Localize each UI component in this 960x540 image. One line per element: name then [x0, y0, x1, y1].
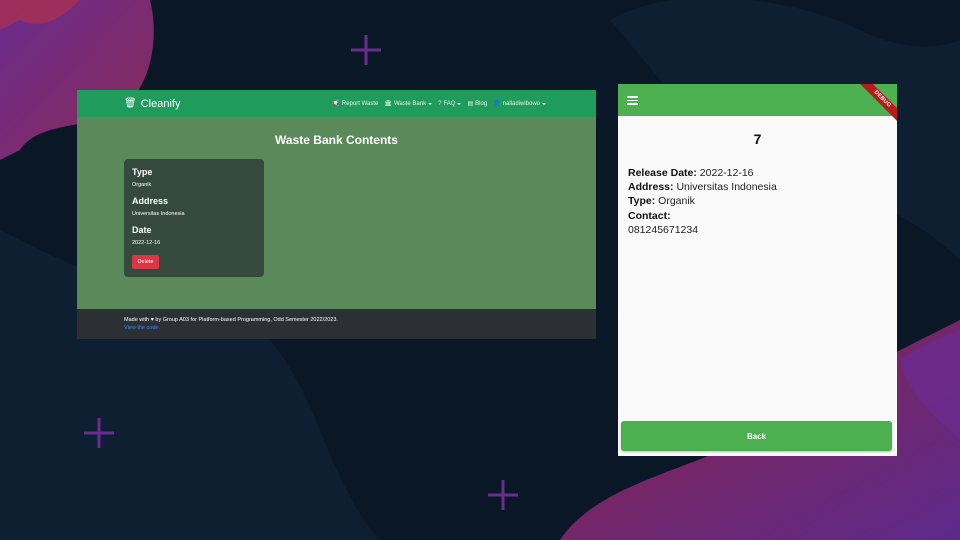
detail-info: Release Date: 2022-12-16 Address: Univer…: [628, 166, 777, 237]
hamburger-menu-icon[interactable]: [627, 96, 638, 105]
app-bar: DEBUG: [618, 84, 897, 124]
trash-icon: 🗑: [124, 98, 137, 109]
nav-waste-bank[interactable]: 🏛 Waste Bank: [384, 100, 433, 107]
address-row: Address: Universitas Indonesia: [628, 180, 777, 194]
megaphone-icon: 📢: [332, 101, 340, 107]
delete-button[interactable]: Delete: [132, 255, 159, 269]
nav-blog[interactable]: ▤ Blog: [467, 100, 488, 108]
date-value: 2022-12-16: [132, 240, 161, 246]
web-browser-view: 🗑 Cleanify 📢 Report Waste 🏛 Waste Bank ?…: [77, 90, 596, 339]
detail-title: 7: [753, 131, 762, 147]
navbar: 🗑 Cleanify 📢 Report Waste 🏛 Waste Bank ?…: [77, 90, 596, 117]
view-code-link[interactable]: View the code.: [124, 325, 160, 331]
bank-icon: 🏛: [384, 101, 392, 107]
chevron-down-icon: [428, 102, 433, 105]
brand-logo[interactable]: 🗑 Cleanify: [124, 90, 180, 117]
brand-name: Cleanify: [140, 97, 181, 110]
footer-text: Made with ♥ by Group A03 for Platform-ba…: [124, 317, 338, 323]
date-label: Date: [132, 225, 152, 235]
nav-label: Report Waste: [341, 100, 379, 107]
address-label: Address: [132, 196, 169, 206]
contact-value: 081245671234: [628, 223, 699, 236]
nav-label: Blog: [475, 100, 488, 107]
type-value: Organik: [658, 195, 695, 208]
type-row: Type: Organik: [628, 194, 777, 208]
newspaper-icon: ▤: [467, 101, 474, 107]
contact-row: Contact:: [628, 209, 777, 223]
nav-label: nalladiwibowo: [502, 100, 540, 107]
debug-banner: DEBUG: [858, 84, 897, 124]
address-label: Address:: [628, 181, 674, 194]
release-date-row: Release Date: 2022-12-16: [628, 166, 777, 180]
type-label: Type:: [628, 195, 656, 208]
contact-label: Contact:: [628, 209, 671, 222]
address-value: Universitas Indonesia: [676, 181, 777, 194]
nav-label: Waste Bank: [393, 100, 427, 107]
release-date-label: Release Date:: [628, 167, 697, 179]
release-date-value: 2022-12-16: [699, 167, 754, 179]
back-button[interactable]: Back: [621, 421, 892, 451]
nav-label: FAQ: [443, 100, 456, 107]
type-label: Type: [132, 167, 153, 177]
nav-user-menu[interactable]: 👤 nalladiwibowo: [493, 100, 546, 107]
mobile-app-view: DEBUG 7 Release Date: 2022-12-16 Address…: [618, 84, 897, 456]
address-value: Universitas Indonesia: [132, 211, 185, 217]
nav-faq[interactable]: ? FAQ: [438, 100, 462, 107]
footer: Made with ♥ by Group A03 for Platform-ba…: [77, 309, 596, 339]
nav-report-waste[interactable]: 📢 Report Waste: [332, 100, 379, 108]
chevron-down-icon: [457, 102, 462, 105]
page-title: Waste Bank Contents: [275, 133, 398, 147]
chevron-down-icon: [542, 102, 546, 105]
waste-bank-card: Type Organik Address Universitas Indones…: [124, 159, 264, 277]
question-circle-icon: ?: [438, 100, 442, 107]
nav-links: 📢 Report Waste 🏛 Waste Bank ? FAQ ▤ Blog…: [332, 90, 546, 117]
type-value: Organik: [132, 182, 152, 188]
user-icon: 👤: [493, 101, 501, 107]
